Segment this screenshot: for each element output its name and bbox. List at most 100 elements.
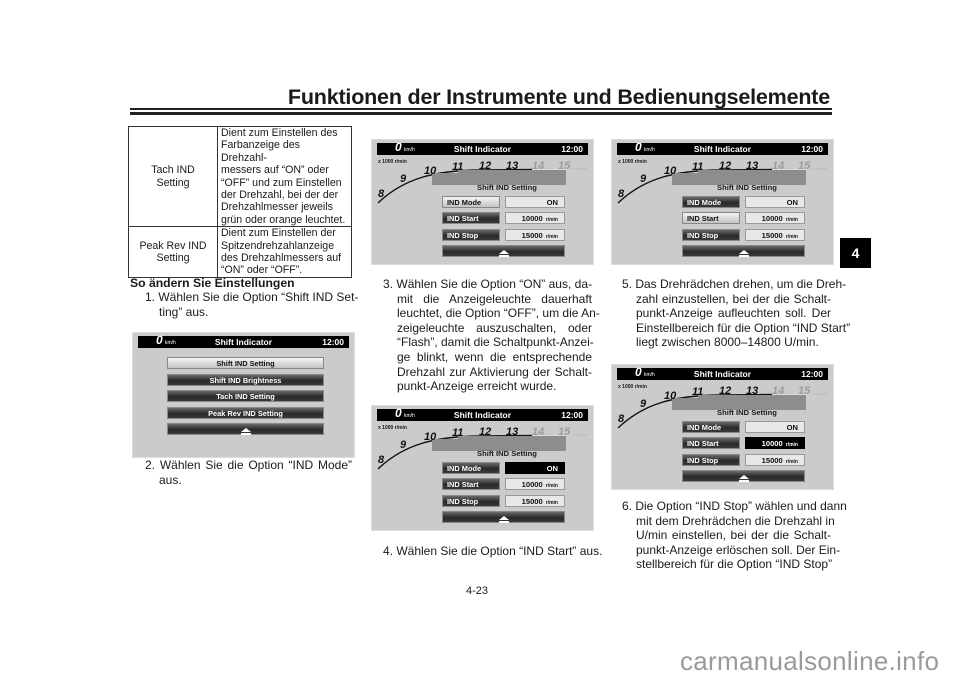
setting-screen-start-value: 0 km/h Shift Indicator 12:00 x 1000 r/min 8 9 1… — [611, 364, 834, 490]
setting-screen-ind-start: 0 km/h Shift Indicator 12:00 x 1000 r/min 8 9 1… — [611, 139, 834, 265]
value-line: der Drehzahl, bei der der — [221, 189, 339, 202]
menu-item[interactable]: Tach IND Setting — [167, 390, 324, 402]
option-ind-stop[interactable]: IND Stop — [442, 494, 500, 507]
option-ind-stop[interactable]: IND Stop — [682, 453, 740, 466]
table-row: Peak Rev IND Setting Dient zum Einstellen… — [128, 226, 352, 278]
page-title: Funktionen der Instrumente und Bedienung… — [287, 85, 830, 109]
rpm-scale-number: 11 — [452, 427, 464, 439]
rpm-scale-number: 12 — [719, 160, 732, 172]
rpm-scale-number: 15 — [798, 385, 811, 397]
rpm-scale-number: 15 — [558, 160, 571, 172]
option-value[interactable]: 10000 r/min — [745, 437, 805, 450]
eject-icon — [738, 475, 749, 482]
value-text: ON — [786, 423, 798, 432]
option-ind-mode[interactable]: IND Mode — [682, 421, 740, 433]
option-value[interactable]: 10000 r/min — [745, 212, 805, 225]
back-button[interactable] — [167, 423, 324, 435]
back-button[interactable] — [442, 511, 565, 523]
table-key: Peak Rev IND Setting — [128, 226, 218, 278]
option-value[interactable]: ON — [745, 196, 805, 208]
rpm-scale-number: 13 — [506, 160, 519, 172]
step-line: zahl einzustellen, bei der die Schalt- — [636, 291, 831, 306]
value-unit: r/min — [785, 442, 798, 449]
option-value[interactable]: ON — [745, 421, 805, 433]
option-ind-stop[interactable]: IND Stop — [682, 228, 740, 241]
rpm-scale-number: 9 — [640, 173, 647, 185]
option-value[interactable]: ON — [505, 196, 565, 208]
step-line: 6. Die Option “IND Stop” wählen und dann — [622, 499, 847, 513]
option-ind-start[interactable]: IND Start — [682, 212, 740, 225]
eject-icon — [738, 250, 749, 257]
value-text: 10000 — [761, 214, 783, 224]
option-value[interactable]: 10000 r/min — [505, 478, 565, 491]
back-button[interactable] — [442, 245, 565, 257]
table-value: Dient zum Einstellen des Farbanzeige des … — [217, 125, 352, 228]
rpm-scale-number: 14 — [772, 160, 785, 172]
option-value[interactable]: 10000 r/min — [505, 212, 565, 225]
screen-subtitle: Shift IND Setting — [717, 183, 777, 192]
step-6: 6. Die Option “IND Stop” wählen und dann… — [622, 499, 847, 572]
key-line: Peak Rev IND — [139, 239, 207, 252]
step-line: 5. Das Drehrädchen drehen, um die Dreh- — [622, 277, 847, 291]
option-value[interactable]: 15000 r/min — [745, 453, 805, 466]
screen-subtitle: Shift IND Setting — [477, 449, 537, 458]
rpm-scale-number: 10 — [424, 165, 437, 177]
step-line: 2. Wählen Sie die Option “IND Mode” — [145, 458, 352, 472]
key-line: Setting — [156, 176, 190, 189]
step-line: 4. Wählen Sie die Option “IND Start” aus… — [383, 544, 603, 558]
option-value[interactable]: 15000 r/min — [505, 228, 565, 241]
rpm-scale-number: 11 — [692, 161, 704, 173]
rpm-scale-number: 8 — [618, 413, 625, 425]
watermark: carmanualsonline.info — [680, 646, 940, 676]
option-value[interactable]: ON — [505, 462, 565, 474]
key-line: Tach IND — [151, 164, 195, 177]
option-ind-mode[interactable]: IND Mode — [442, 196, 500, 208]
step-line: stellbereich für die Option “IND Stop” — [636, 557, 833, 572]
option-ind-start[interactable]: IND Start — [442, 212, 500, 225]
value-unit: r/min — [785, 458, 798, 465]
option-ind-start[interactable]: IND Start — [682, 437, 740, 450]
value-text: 15000 — [521, 230, 543, 240]
value-line: Spitzendrehzahlanzeige — [221, 239, 335, 252]
option-value[interactable]: 15000 r/min — [505, 494, 565, 507]
rpm-scale-number: 14 — [772, 385, 785, 397]
option-ind-stop[interactable]: IND Stop — [442, 228, 500, 241]
value-text: 15000 — [521, 496, 543, 506]
menu-item[interactable]: Shift IND Setting — [167, 357, 324, 369]
rpm-scale-number: 15 — [558, 426, 571, 438]
step-line: liegt zwischen 8000–14800 U/min. — [636, 335, 819, 350]
value-line: grün oder orange leuchtet. — [221, 213, 346, 226]
menu-screen: 0 km/h Shift Indicator 12:00 Shift IND Setti… — [132, 332, 355, 458]
value-text: 10000 — [521, 214, 543, 224]
step-line: ting” aus. — [159, 304, 209, 319]
eject-icon — [498, 516, 509, 523]
option-ind-mode[interactable]: IND Mode — [682, 196, 740, 208]
step-4: 4. Wählen Sie die Option “IND Start” aus… — [383, 544, 603, 559]
back-button[interactable] — [682, 470, 805, 482]
menu-item[interactable]: Shift IND Brightness — [167, 373, 324, 386]
menu-item[interactable]: Peak Rev IND Setting — [167, 406, 324, 419]
rpm-scale-number: 14 — [532, 426, 545, 438]
rpm-scale-number: 15 — [798, 160, 811, 172]
rpm-scale-number: 8 — [378, 188, 385, 200]
rpm-scale-number: 9 — [400, 439, 407, 451]
step-line: mit die Anzeigeleuchte dauerhaft — [397, 291, 592, 306]
setting-screen-on: 0 km/h Shift Indicator 12:00 x 1000 r/min 8 9 1… — [371, 405, 594, 531]
option-ind-start[interactable]: IND Start — [442, 478, 500, 491]
option-value[interactable]: 15000 r/min — [745, 228, 805, 241]
value-text: ON — [546, 464, 558, 473]
option-ind-mode[interactable]: IND Mode — [442, 462, 500, 474]
clock: 12:00 — [322, 337, 344, 347]
value-text: ON — [546, 198, 558, 207]
rpm-scale-number: 8 — [618, 188, 625, 200]
rpm-scale-number: 14 — [532, 160, 545, 172]
rpm-scale-number: 13 — [506, 426, 519, 438]
step-line: Drehzahl zur Aktivierung der Schalt- — [397, 364, 592, 379]
header-rule — [130, 108, 832, 110]
settings-table: Tach IND Setting Dient zum Einstellen des… — [128, 125, 352, 278]
value-line: messers auf “ON” oder — [221, 164, 329, 177]
screen-subtitle: Shift IND Setting — [477, 183, 537, 192]
rpm-scale-number: 12 — [719, 385, 732, 397]
table-key: Tach IND Setting — [128, 125, 218, 228]
back-button[interactable] — [682, 245, 805, 257]
